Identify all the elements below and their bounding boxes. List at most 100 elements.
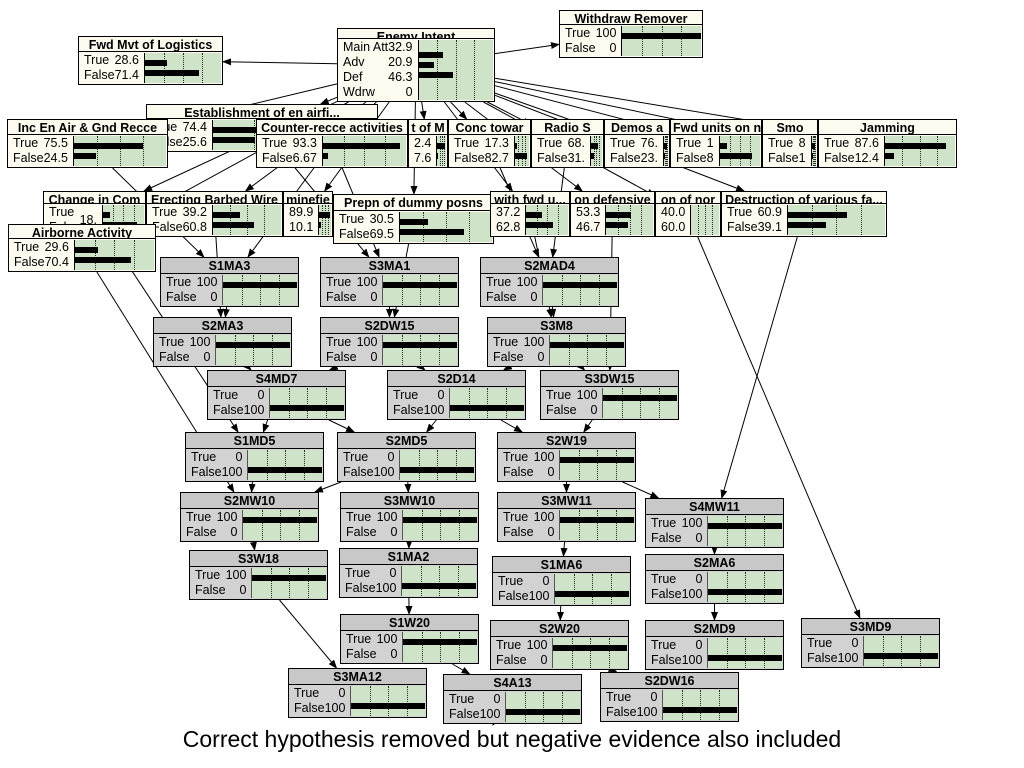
node-t_of_m[interactable]: t of M 2.4 7.6 [408, 119, 448, 168]
state-values: 87.6 12.4 [855, 136, 882, 166]
node-S1W20[interactable]: S1W20 True False 100 0 [340, 614, 479, 664]
edge-enemy_intent-to-establishment_en_airfi [319, 96, 338, 105]
state-values: 0 100 [222, 450, 246, 480]
bar-gridlines [708, 572, 782, 602]
node-jamming[interactable]: Jamming True False 87.6 12.4 [818, 119, 957, 168]
node-S4MD7[interactable]: S4MD7 True False 0 100 [207, 370, 346, 420]
state-labels: TrueFalse [601, 690, 637, 720]
node-S2MA3[interactable]: S2MA3 True False 100 0 [153, 317, 292, 367]
node-S1MD5[interactable]: S1MD5 True False 0 100 [185, 432, 324, 482]
node-S1MA6[interactable]: S1MA6 True False 0 100 [492, 556, 631, 606]
node-on_defensive[interactable]: on defensive 53.3 46.7 [570, 191, 655, 237]
node-S4A13[interactable]: S4A13 True False 0 100 [443, 674, 582, 724]
node-body: True False 0 100 [802, 635, 939, 667]
node-S1MA3[interactable]: S1MA3 True False 100 0 [160, 257, 299, 307]
node-S3M8[interactable]: S3M8 True False 100 0 [487, 317, 626, 367]
state-probability: 100 [576, 388, 598, 402]
node-body: True False 0 100 [444, 691, 581, 723]
node-minefie[interactable]: minefie 89.9 10.1 [283, 191, 333, 237]
node-S2MA6[interactable]: S2MA6 True False 0 100 [645, 554, 784, 604]
state-probability: 0 [389, 566, 397, 580]
belief-bar [383, 291, 457, 299]
state-probability: 0 [537, 350, 545, 364]
bar-gridlines [75, 240, 154, 270]
state-labels: TrueFalse [646, 516, 682, 546]
node-inc_en_air_gnd_recce[interactable]: Inc En Air & Gnd Recce True False 75.5 24.5 [7, 119, 168, 168]
state-probability: 100 [324, 701, 346, 715]
node-body: True False 0 100 [289, 685, 426, 717]
belief-bar-chart [810, 136, 816, 166]
node-erecting_barbed_wire[interactable]: Erecting Barbed Wire True False 39.2 60.8 [146, 191, 283, 237]
node-with_fwd_u[interactable]: with fwd u... 37.2 62.8 [490, 191, 570, 237]
node-title: Inc En Air & Gnd Recce [8, 120, 167, 135]
belief-bar [719, 142, 760, 150]
node-S2D14[interactable]: S2D14 True False 0 100 [387, 370, 526, 420]
node-S2DW16[interactable]: S2DW16 True False 0 100 [600, 672, 739, 722]
node-S3W18[interactable]: S3W18 True False 100 0 [189, 550, 328, 600]
belief-bar-chart [401, 566, 476, 596]
node-body: True False 60.9 39.1 [722, 204, 886, 236]
belief-bar-chart [251, 568, 326, 598]
belief-bar [216, 341, 290, 349]
node-airborne_activity[interactable]: Airborne Activity True False 29.6 70.4 [8, 224, 156, 272]
node-body: True False 100 0 [321, 274, 458, 306]
node-radio_s[interactable]: Radio S True False 68. 31. [531, 119, 604, 168]
belief-bar [223, 291, 297, 299]
node-S2MW10[interactable]: S2MW10 True False 100 0 [180, 492, 319, 542]
node-body: True False 100 0 [541, 387, 678, 419]
edge-S1MA3-to-S2MA3 [222, 306, 230, 318]
node-body: True False 0 100 [646, 637, 783, 669]
node-demos_a[interactable]: Demos a True False 76. 23. [604, 119, 670, 168]
node-S3MW11[interactable]: S3MW11 True False 100 0 [497, 492, 636, 542]
node-fwd_mvt_logistics[interactable]: Fwd Mvt of Logistics True False 28.6 71.4 [78, 36, 223, 85]
state-values: 0 100 [529, 574, 553, 604]
node-prepn_dummy_posns[interactable]: Prepn of dummy posns True False 30.5 69.5 [333, 194, 494, 244]
bar-gridlines [400, 212, 492, 242]
belief-bar [400, 456, 474, 464]
node-on_of_nor[interactable]: on of nor 40.0 60.0 [655, 191, 721, 237]
node-S2W19[interactable]: S2W19 True False 100 0 [497, 432, 636, 482]
node-counter_recce[interactable]: Counter-recce activities True False 93.3 6.6… [256, 119, 408, 168]
state-label: True [14, 240, 40, 254]
node-S2MAD4[interactable]: S2MAD4 True False 100 0 [480, 257, 619, 307]
node-title: S4A13 [444, 675, 581, 691]
node-title: S2W19 [498, 433, 635, 449]
node-S3MW10[interactable]: S3MW10 True False 100 0 [340, 492, 479, 542]
node-withdraw_remover[interactable]: Withdraw Remover True False 100 0 [559, 10, 703, 58]
node-body: True False 0 100 [338, 449, 475, 481]
state-probability: 87.6 [854, 136, 879, 150]
node-S2W20[interactable]: S2W20 True False 100 0 [490, 620, 629, 670]
node-S4MW11[interactable]: S4MW11 True False 100 0 [645, 498, 784, 548]
node-conc_towar[interactable]: Conc towar True False 17.3 82.7 [448, 119, 531, 168]
node-S2MD9[interactable]: S2MD9 True False 0 100 [645, 620, 784, 670]
node-S3MD9[interactable]: S3MD9 True False 0 100 [801, 618, 940, 668]
state-values: 2.4 7.6 [414, 136, 434, 166]
node-S3DW15[interactable]: S3DW15 True False 100 0 [540, 370, 679, 420]
node-smo[interactable]: Smo True False 8 1 [762, 119, 818, 168]
bar-gridlines [419, 40, 493, 100]
belief-bar [383, 341, 457, 349]
node-destruction_various_fa[interactable]: Destruction of various fa... True False 60.… [721, 191, 887, 237]
edge-S1W20-to-S4A13 [452, 663, 471, 675]
node-S2DW15[interactable]: S2DW15 True False 100 0 [320, 317, 459, 367]
node-S3MA1[interactable]: S3MA1 True False 100 0 [320, 257, 459, 307]
bar-gridlines [450, 388, 524, 418]
node-S1MA2[interactable]: S1MA2 True False 0 100 [339, 548, 478, 598]
belief-bar-chart [247, 450, 322, 480]
node-title: S2MW10 [181, 493, 318, 509]
belief-bar [526, 211, 568, 219]
node-title: S3MW11 [498, 493, 635, 509]
state-probability: 8 [798, 136, 806, 150]
node-S3MA12[interactable]: S3MA12 True False 0 100 [288, 668, 427, 718]
state-label: False [449, 707, 480, 721]
belief-bar [787, 211, 885, 219]
belief-bar-chart [222, 275, 297, 305]
bar-gridlines [555, 574, 629, 604]
node-S2MD5[interactable]: S2MD5 True False 0 100 [337, 432, 476, 482]
node-enemy_intent[interactable]: Enemy Intent Main Att Adv Def Wdrw 32.9 20.9 46… [337, 28, 495, 102]
state-label: True [339, 212, 365, 226]
node-fwd_units_on_n[interactable]: Fwd units on n True False 1 8 [670, 119, 762, 168]
bar-gridlines [145, 53, 221, 83]
edge-enemy_intent-to-withdraw_remover [494, 42, 560, 55]
state-probability: 0 [210, 290, 218, 304]
